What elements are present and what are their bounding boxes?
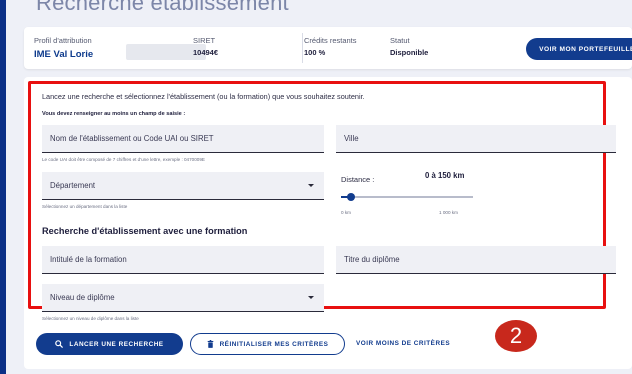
distance-max-label: 1 000 km (439, 210, 458, 215)
chevron-down-icon (308, 296, 314, 299)
profile-label: Profil d'attribution (34, 36, 92, 45)
attribution-info-card: Profil d'attribution IME Val Lorie SIRET… (24, 27, 632, 69)
status-label: Statut (390, 36, 410, 45)
page-title: Recherche établissement (36, 0, 289, 15)
profile-column: Profil d'attribution IME Val Lorie (34, 36, 93, 60)
formation-section-title: Recherche d'établissement avec une forma… (42, 226, 248, 236)
establishment-name-placeholder: Nom de l'établissement ou Code UAI ou SI… (50, 134, 214, 143)
distance-value: 0 à 150 km (425, 171, 465, 180)
search-icon (55, 340, 64, 348)
chevron-down-icon (308, 184, 314, 187)
diploma-level-label: Niveau de diplôme (50, 293, 115, 302)
department-label: Département (50, 181, 96, 190)
uai-code-hint: Le code UAI doit être composé de 7 chiff… (42, 157, 205, 162)
profile-value: IME Val Lorie (34, 49, 94, 60)
trash-icon (207, 340, 214, 348)
training-title-input[interactable]: Intitulé de la formation (42, 246, 324, 274)
reset-criteria-label: RÉINITIALISER MES CRITÈRES (219, 340, 329, 348)
siret-label: SIRET (193, 36, 216, 45)
view-portfolio-button[interactable]: VOIR MON PORTEFEUILLE (526, 38, 632, 60)
credits-column: Crédits restants 100 % (304, 36, 357, 57)
distance-min-label: 0 km (341, 210, 351, 215)
establishment-name-input[interactable]: Nom de l'établissement ou Code UAI ou SI… (42, 125, 324, 153)
city-placeholder: Ville (344, 134, 359, 143)
step-badge: 2 (495, 320, 537, 352)
launch-search-button[interactable]: LANCER UNE RECHERCHE (36, 333, 183, 355)
show-less-criteria-link[interactable]: VOIR MOINS DE CRITÈRES (356, 340, 450, 347)
distance-slider-handle[interactable] (347, 192, 355, 201)
diploma-title-placeholder: Titre du diplôme (344, 255, 400, 264)
training-title-placeholder: Intitulé de la formation (50, 255, 127, 264)
department-hint: Sélectionnez un département dans la list… (42, 204, 128, 209)
diploma-level-hint: Sélectionnez un niveau de diplôme dans l… (42, 316, 139, 321)
distance-label: Distance : (341, 175, 375, 184)
diploma-level-select[interactable]: Niveau de diplôme (42, 284, 324, 312)
credits-value: 100 % (304, 48, 326, 57)
status-value: Disponible (390, 48, 429, 57)
status-column: Statut Disponible (390, 36, 428, 57)
credits-label: Crédits restants (304, 36, 357, 45)
reset-criteria-button[interactable]: RÉINITIALISER MES CRITÈRES (190, 333, 345, 355)
diploma-title-input[interactable]: Titre du diplôme (336, 246, 616, 274)
required-note: Vous devez renseigner au moins un champ … (42, 111, 186, 117)
launch-search-label: LANCER UNE RECHERCHE (69, 340, 164, 348)
city-input[interactable]: Ville (336, 125, 616, 153)
siret-column: SIRET 10494€ (193, 36, 218, 57)
department-select[interactable]: Département (42, 172, 324, 200)
info-divider (302, 33, 303, 63)
search-intro: Lancez une recherche et sélectionnez l'é… (42, 92, 365, 101)
siret-value: 10494€ (193, 48, 219, 57)
distance-slider-track[interactable] (341, 196, 473, 198)
